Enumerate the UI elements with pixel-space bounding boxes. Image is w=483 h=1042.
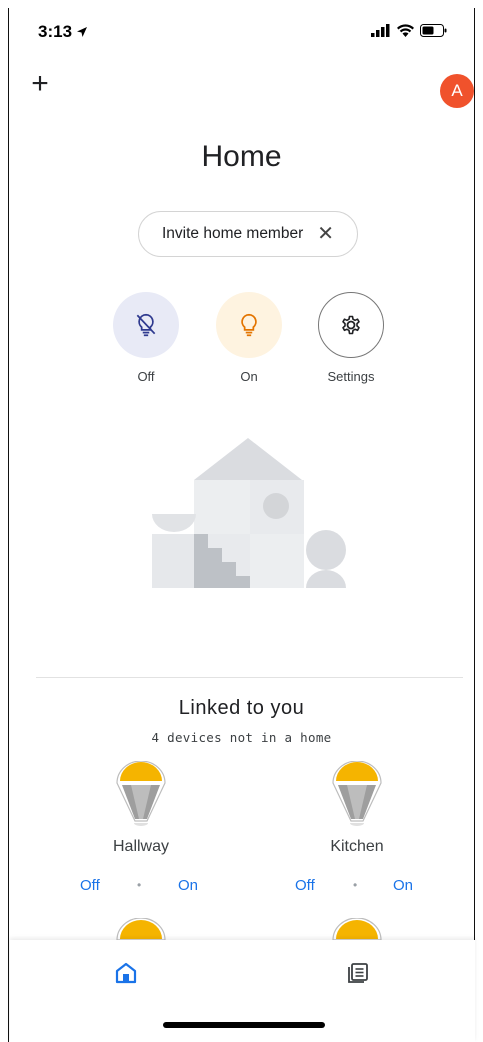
status-icons bbox=[371, 24, 447, 37]
avatar-letter: A bbox=[451, 81, 463, 100]
home-indicator[interactable] bbox=[163, 1022, 325, 1028]
device-name-kitchen: Kitchen bbox=[330, 838, 384, 855]
wifi-icon bbox=[397, 24, 414, 37]
hallway-on-button[interactable]: On bbox=[178, 877, 198, 894]
feed-tab-icon[interactable] bbox=[347, 962, 369, 984]
on-label: On bbox=[240, 369, 258, 384]
battery-icon bbox=[420, 24, 447, 37]
lightbulb-off-icon bbox=[136, 313, 156, 337]
status-time: 3:13 bbox=[38, 22, 88, 42]
off-label: Off bbox=[137, 369, 155, 384]
add-icon[interactable]: + bbox=[28, 69, 52, 99]
kitchen-on-button[interactable]: On bbox=[393, 877, 413, 894]
settings-button[interactable] bbox=[318, 292, 384, 358]
lights-off-button[interactable] bbox=[113, 292, 179, 358]
smart-bulb-icon[interactable] bbox=[114, 918, 168, 942]
location-arrow-icon bbox=[77, 27, 88, 37]
device-name-hallway: Hallway bbox=[112, 838, 169, 855]
linked-section-subtitle: 4 devices not in a home bbox=[151, 730, 332, 745]
section-divider bbox=[36, 677, 463, 678]
invite-chip-label: Invite home member bbox=[161, 225, 304, 242]
lightbulb-icon bbox=[241, 313, 257, 337]
invite-home-member-chip[interactable]: Invite home member ✕ bbox=[138, 211, 358, 257]
empty-home-illustration bbox=[152, 438, 346, 588]
home-tab-icon[interactable] bbox=[115, 962, 137, 984]
cellular-signal-icon bbox=[371, 24, 390, 37]
smart-bulb-icon[interactable] bbox=[330, 761, 384, 827]
settings-label: Settings bbox=[327, 369, 375, 384]
lights-on-button[interactable] bbox=[216, 292, 282, 358]
linked-section-title: Linked to you bbox=[178, 697, 305, 719]
page-title: Home bbox=[201, 140, 282, 173]
smart-bulb-icon[interactable] bbox=[114, 761, 168, 827]
gear-icon bbox=[342, 315, 360, 335]
smart-bulb-icon[interactable] bbox=[330, 918, 384, 942]
hallway-off-button[interactable]: Off bbox=[80, 877, 100, 894]
close-icon[interactable]: ✕ bbox=[317, 224, 334, 244]
kitchen-off-button[interactable]: Off bbox=[295, 877, 315, 894]
avatar[interactable]: A bbox=[440, 74, 474, 108]
separator-dot: • bbox=[353, 878, 358, 892]
separator-dot: • bbox=[137, 878, 142, 892]
